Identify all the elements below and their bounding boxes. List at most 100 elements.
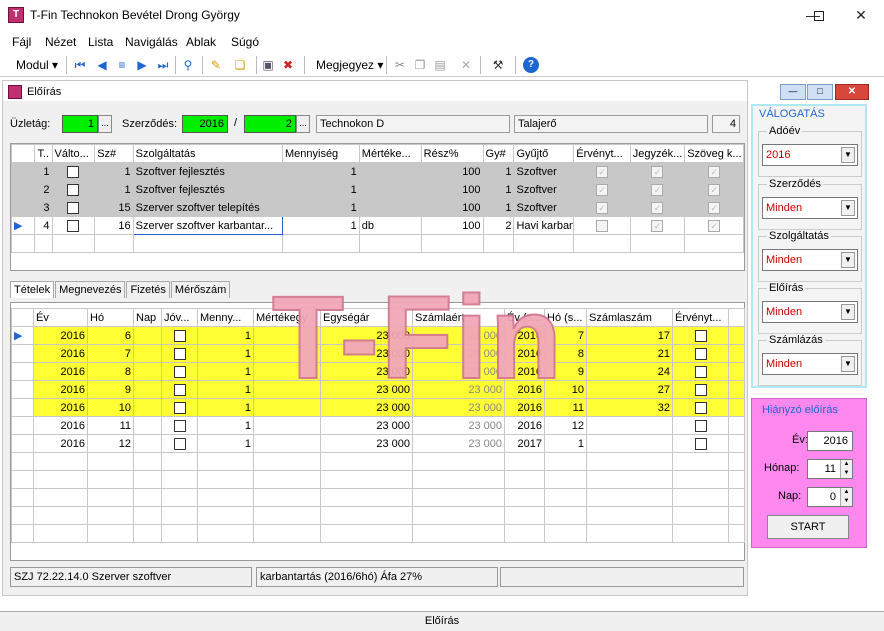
col-ervenyt[interactable]: Érvényt... bbox=[672, 308, 729, 327]
child-minimize-icon[interactable]: — bbox=[780, 84, 806, 100]
megjegyez-dropdown[interactable]: Megjegyez ▾ bbox=[316, 58, 383, 72]
ev-input[interactable]: 2016 bbox=[807, 431, 853, 451]
szoveg-checkbox[interactable]: ✓ bbox=[708, 201, 721, 214]
valto-checkbox[interactable] bbox=[67, 219, 80, 232]
paste-icon[interactable]: ▤ bbox=[432, 57, 448, 73]
jov-checkbox[interactable] bbox=[173, 365, 186, 378]
spin-icon[interactable]: ▲ ▼ bbox=[840, 488, 852, 506]
spin-icon[interactable]: ▲ ▼ bbox=[840, 460, 852, 478]
menu-lista[interactable]: Lista bbox=[88, 35, 113, 49]
jov-checkbox[interactable] bbox=[173, 437, 186, 450]
next-record-icon[interactable]: ▶ bbox=[134, 57, 150, 73]
table-row[interactable]: 2016 12 1 23 000 23 000 2017 1 bbox=[11, 434, 745, 453]
cut-icon[interactable]: ✂ bbox=[392, 57, 408, 73]
nap-stepper[interactable]: 0 ▲ ▼ bbox=[807, 487, 853, 507]
jov-checkbox[interactable] bbox=[173, 419, 186, 432]
ervenyt-checkbox[interactable]: ✓ bbox=[596, 183, 608, 196]
table-row[interactable]: 1 1 Szoftver fejlesztés 1 100 1 Szoftver… bbox=[10, 162, 744, 181]
tab-meroszam[interactable]: Mérőszám bbox=[170, 281, 231, 298]
menu-nezet[interactable]: Nézet bbox=[45, 35, 76, 49]
table-row[interactable]: ▶ 2016 6 1 23 000 23 000 2016 7 17 bbox=[11, 326, 745, 345]
valto-checkbox[interactable] bbox=[67, 201, 80, 214]
col-jov[interactable]: Jóv... bbox=[161, 308, 198, 327]
szoveg-checkbox[interactable]: ✓ bbox=[708, 165, 721, 178]
col-nap[interactable]: Nap bbox=[133, 308, 162, 327]
jegyzek-checkbox[interactable]: ✓ bbox=[651, 201, 664, 214]
ervenyt-checkbox[interactable]: ✓ bbox=[596, 165, 608, 178]
chevron-down-icon[interactable]: ▼ bbox=[841, 252, 855, 268]
szerzodes-lookup-button[interactable]: ... bbox=[296, 115, 310, 133]
maximize-icon[interactable] bbox=[796, 0, 842, 30]
ervenyt-checkbox[interactable] bbox=[694, 383, 707, 396]
prev-record-icon[interactable]: ◀ bbox=[94, 57, 110, 73]
szerzodes-year-field[interactable]: 2016 bbox=[182, 115, 228, 133]
start-button[interactable]: START bbox=[767, 515, 849, 539]
szolgaltatas-select[interactable]: Minden ▼ bbox=[762, 249, 858, 271]
szerzodes-num-field[interactable]: 2 bbox=[244, 115, 296, 133]
col-mennyiseg[interactable]: Mennyiség bbox=[281, 144, 360, 163]
szamlazas-select[interactable]: Minden ▼ bbox=[762, 353, 858, 375]
copy-icon[interactable]: ❐ bbox=[412, 57, 428, 73]
chevron-down-icon[interactable]: ▼ bbox=[841, 304, 855, 320]
ervenyt-checkbox[interactable] bbox=[694, 365, 707, 378]
copy-doc-icon[interactable]: ❏ bbox=[232, 57, 248, 73]
delete-icon[interactable]: ✖ bbox=[280, 57, 296, 73]
modul-dropdown[interactable]: Modul ▾ bbox=[16, 58, 58, 72]
valto-checkbox[interactable] bbox=[67, 165, 80, 178]
tab-fizetes[interactable]: Fizetés bbox=[126, 281, 170, 298]
col-ev-s[interactable]: Év (s... bbox=[504, 308, 545, 327]
chevron-down-icon[interactable]: ▼ bbox=[841, 147, 855, 163]
col-ho-s[interactable]: Hó (s... bbox=[544, 308, 587, 327]
valto-checkbox[interactable] bbox=[67, 183, 80, 196]
col-gyujto[interactable]: Gyűjtő bbox=[513, 144, 575, 163]
jov-checkbox[interactable] bbox=[173, 329, 186, 342]
chevron-down-icon[interactable]: ▼ bbox=[841, 200, 855, 216]
jegyzek-checkbox[interactable]: ✓ bbox=[651, 183, 664, 196]
szoveg-checkbox[interactable]: ✓ bbox=[708, 219, 721, 232]
col-jegyzek[interactable]: Jegyzék... bbox=[629, 144, 686, 163]
ervenyt-checkbox[interactable] bbox=[694, 329, 707, 342]
close-icon[interactable]: ✕ bbox=[838, 0, 884, 30]
chevron-down-icon[interactable]: ▼ bbox=[841, 356, 855, 372]
row-szolgaltatas[interactable]: Szerver szoftver karbantar... bbox=[132, 216, 283, 235]
szoveg-checkbox[interactable]: ✓ bbox=[708, 183, 721, 196]
child-close-icon[interactable]: ✕ bbox=[835, 84, 869, 100]
table-row[interactable]: 2016 7 1 23 000 23 000 2016 8 21 bbox=[11, 344, 745, 363]
jegyzek-checkbox[interactable]: ✓ bbox=[651, 219, 664, 232]
adoev-select[interactable]: 2016 ▼ bbox=[762, 144, 858, 166]
col-szamlaert[interactable]: Számlaért bbox=[412, 308, 505, 327]
col-szamlaszam[interactable]: Számlaszám bbox=[586, 308, 673, 327]
jov-checkbox[interactable] bbox=[173, 347, 186, 360]
szerzodes-select[interactable]: Minden ▼ bbox=[762, 197, 858, 219]
ervenyt-checkbox[interactable]: ✓ bbox=[596, 201, 608, 214]
current-record-icon[interactable]: ≡ bbox=[114, 57, 130, 73]
cancel-icon[interactable]: ✕ bbox=[458, 57, 474, 73]
uzletag-lookup-button[interactable]: ... bbox=[98, 115, 112, 133]
table-row[interactable]: 2 1 Szoftver fejlesztés 1 100 1 Szoftver… bbox=[10, 180, 744, 199]
table-row[interactable]: 2016 8 1 23 000 23 000 2016 9 24 bbox=[11, 362, 745, 381]
new-doc-icon[interactable]: ✎ bbox=[208, 57, 224, 73]
col-sz[interactable]: Sz# bbox=[94, 144, 134, 163]
jegyzek-checkbox[interactable]: ✓ bbox=[651, 165, 664, 178]
col-mertekegyseg[interactable]: Mértéke... bbox=[358, 144, 422, 163]
help-icon[interactable]: ? bbox=[523, 57, 539, 73]
col-ev[interactable]: Év bbox=[33, 308, 88, 327]
menu-ablak[interactable]: Ablak bbox=[186, 35, 216, 49]
col-ho[interactable]: Hó bbox=[87, 308, 134, 327]
jov-checkbox[interactable] bbox=[173, 383, 186, 396]
save-icon[interactable]: ▣ bbox=[260, 57, 276, 73]
menu-navigalas[interactable]: Navigálás bbox=[125, 35, 178, 49]
table-row[interactable]: 3 15 Szerver szoftver telepítés 1 100 1 … bbox=[10, 198, 744, 217]
menu-fajl[interactable]: Fájl bbox=[12, 35, 31, 49]
eloiras-select[interactable]: Minden ▼ bbox=[762, 301, 858, 323]
col-egysegar[interactable]: Egységár bbox=[320, 308, 413, 327]
tab-megnevezes[interactable]: Megnevezés bbox=[55, 281, 126, 298]
tools-icon[interactable]: ⚒ bbox=[490, 57, 506, 73]
ervenyt-checkbox[interactable] bbox=[694, 437, 707, 450]
col-ervenyt[interactable]: Érvényt... bbox=[573, 144, 631, 163]
ervenyt-checkbox[interactable] bbox=[694, 419, 707, 432]
col-menny[interactable]: Menny... bbox=[197, 308, 254, 327]
col-t[interactable]: T.. bbox=[34, 144, 53, 163]
col-valto[interactable]: Válto... bbox=[51, 144, 96, 163]
honap-stepper[interactable]: 11 ▲ ▼ bbox=[807, 459, 853, 479]
